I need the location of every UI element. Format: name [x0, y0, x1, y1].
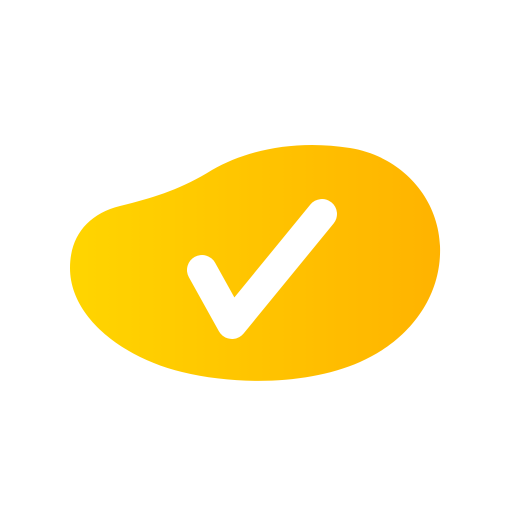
checkmark-blob-icon [70, 144, 441, 381]
app-icon-canvas [0, 0, 512, 512]
blob-shape [70, 144, 441, 381]
